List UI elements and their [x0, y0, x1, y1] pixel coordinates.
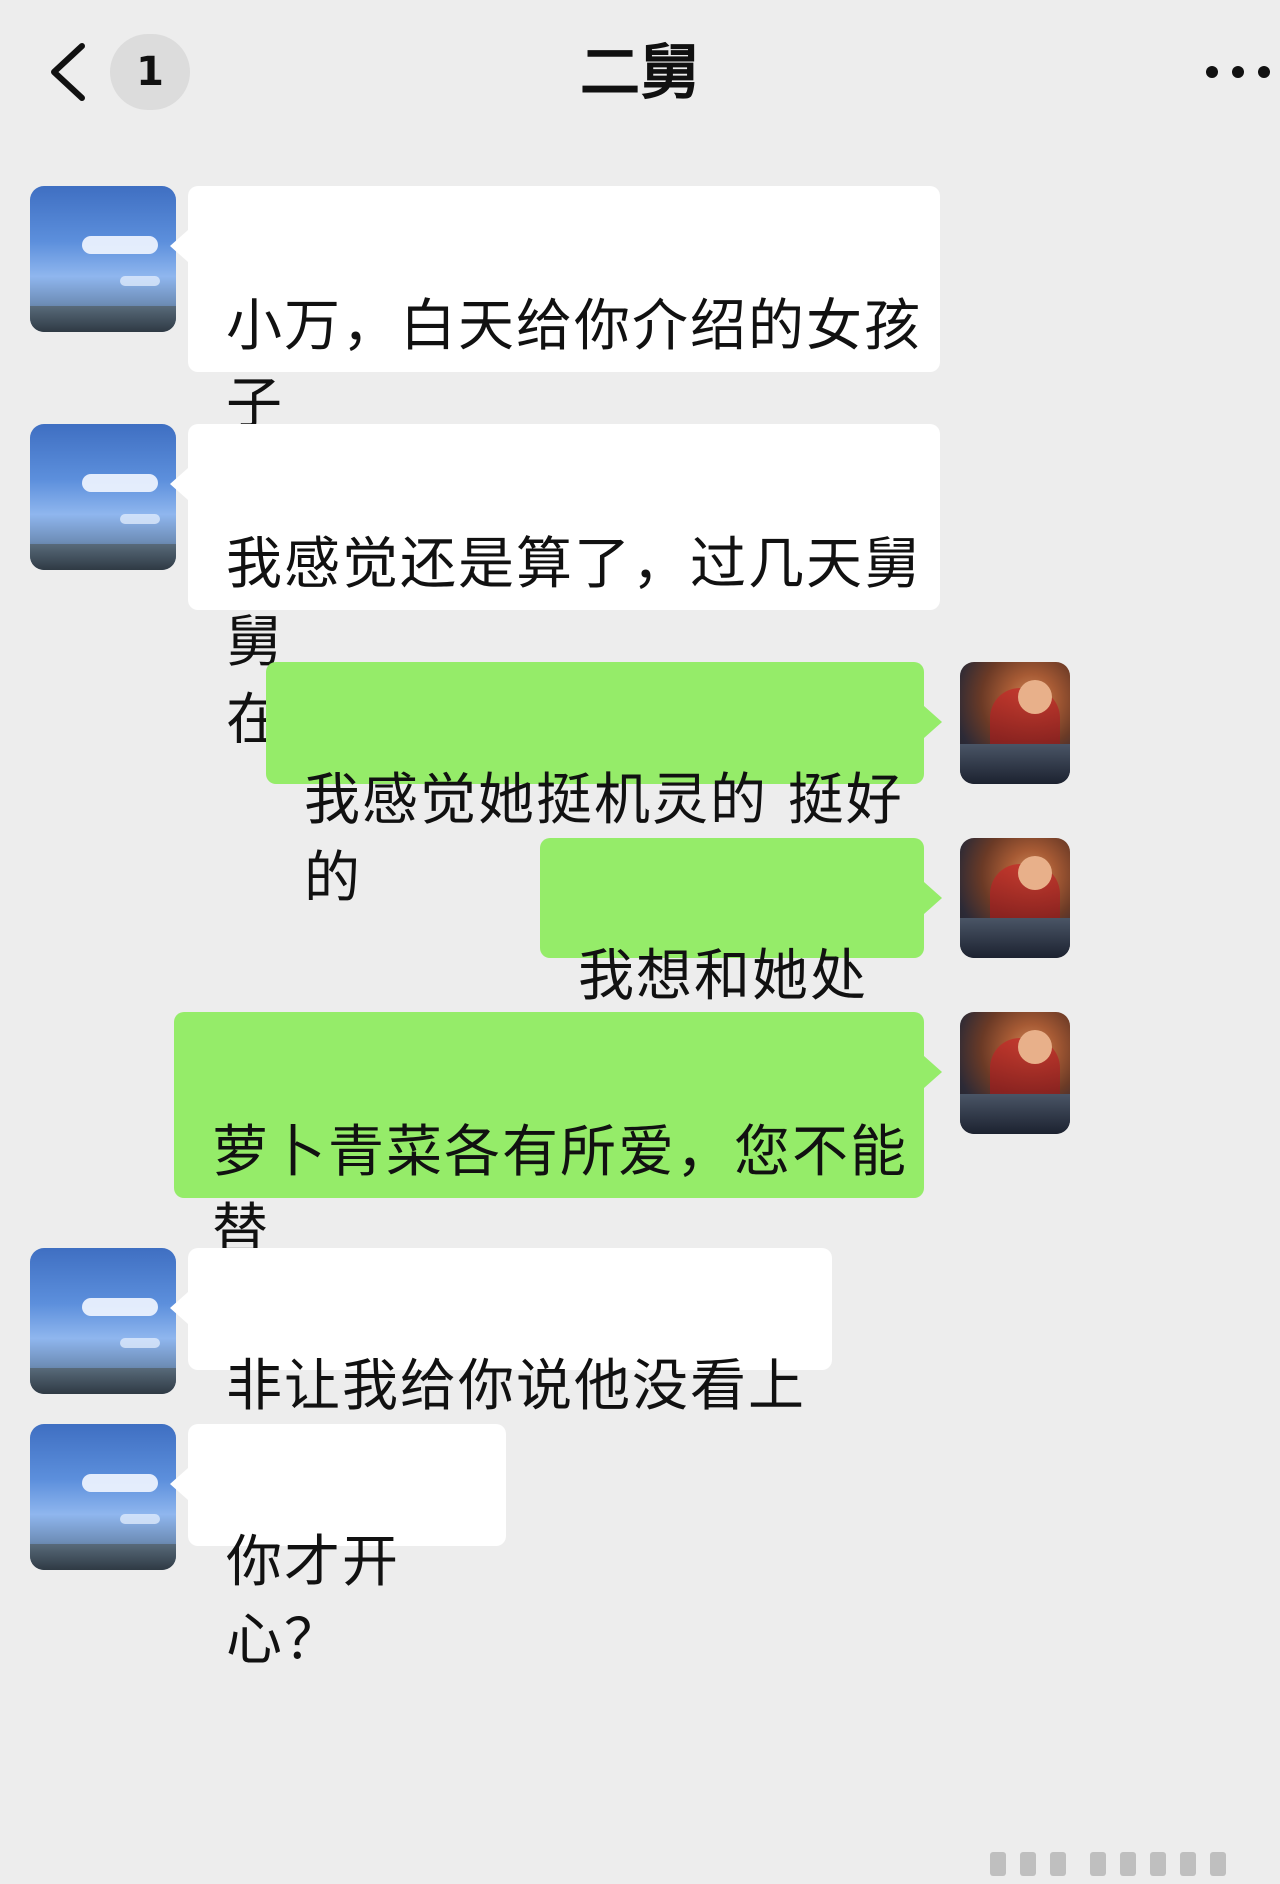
contact-avatar[interactable]	[30, 424, 176, 570]
contact-avatar[interactable]	[30, 186, 176, 332]
contact-avatar[interactable]	[30, 1424, 176, 1570]
contact-avatar[interactable]	[30, 1248, 176, 1394]
chat-title: 二舅	[580, 38, 700, 108]
user-avatar[interactable]	[960, 1012, 1070, 1134]
incoming-message-bubble[interactable]: 你才开心？	[170, 1424, 506, 1673]
chat-header: 1 二舅	[0, 0, 1280, 150]
incoming-message-bubble[interactable]: 非让我给你说他没看上你	[170, 1248, 832, 1497]
outgoing-message-bubble[interactable]: 我想和她处处	[540, 838, 942, 1087]
incoming-message-bubble[interactable]: 小万，白天给你介绍的女孩子 感觉有点傻里傻气的	[170, 186, 940, 515]
user-avatar[interactable]	[960, 662, 1070, 784]
watermark-bars	[990, 1852, 1250, 1876]
user-avatar[interactable]	[960, 838, 1070, 958]
message-text: 你才开心？	[226, 1530, 400, 1673]
outgoing-message-bubble[interactable]: 我感觉她挺机灵的 挺好的	[266, 662, 942, 911]
outgoing-message-bubble[interactable]: 萝卜青菜各有所爱，您不能替 我做决定	[174, 1012, 942, 1341]
more-horizontal-icon[interactable]	[1206, 66, 1276, 80]
incoming-message-bubble[interactable]: 我感觉还是算了，过几天舅舅 在给你介绍个	[170, 424, 940, 753]
